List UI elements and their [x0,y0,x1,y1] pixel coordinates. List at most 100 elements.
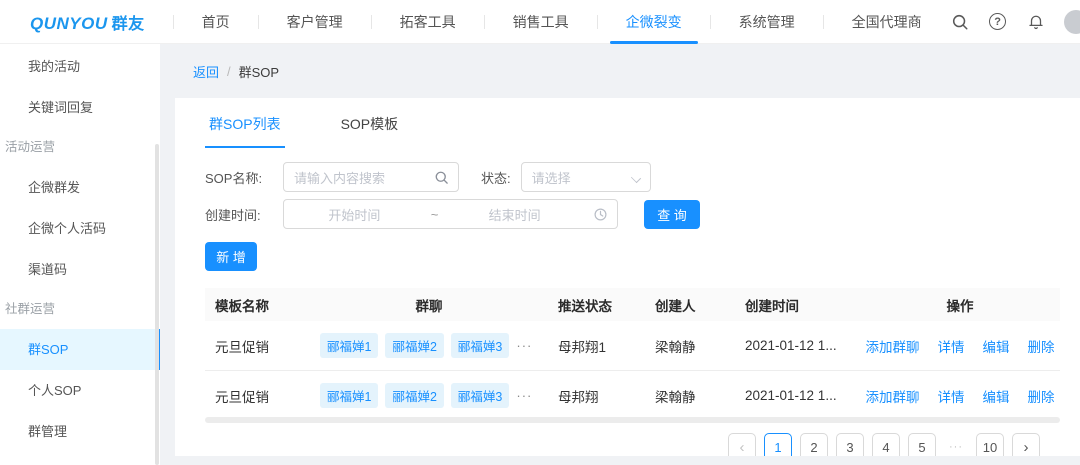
group-chat-tag[interactable]: 郦福婵3 [450,383,510,408]
pagination-page-5[interactable]: 5 [908,433,936,456]
edit-link[interactable]: 编辑 [983,336,1010,356]
start-time-placeholder: 开始时间 [328,207,381,223]
nav-item-customer-mgmt[interactable]: 客户管理 [259,0,371,43]
breadcrumb-current: 群SOP [238,64,280,80]
sop-name-placeholder: 请输入内容搜索 [294,170,386,186]
pagination: ‹ 1 2 3 4 5 ··· 10 › [175,423,1080,456]
pagination-page-3[interactable]: 3 [836,433,864,456]
pagination-prev-button[interactable]: ‹ [728,433,756,456]
nav-item-home[interactable]: 首页 [174,0,258,43]
nav-item-wecom-fission[interactable]: 企微裂变 [598,0,710,44]
filter-form: SOP名称: 请输入内容搜索 状态: 请选择 创建时间: 开始时间 ~ 结束时间… [175,148,1080,229]
header-push-status: 推送状态 [558,298,612,314]
group-chat-tag[interactable]: 郦福婵2 [385,333,444,358]
header-template-name: 模板名称 [215,298,269,314]
sidebar-item-group-sop[interactable]: 群SOP [0,329,160,370]
header-actions: 操作 [946,298,974,314]
breadcrumb-separator: / [227,63,231,79]
pagination-ellipsis[interactable]: ··· [944,441,968,453]
group-chat-more-ellipsis[interactable]: ··· [516,388,532,403]
clock-icon [593,207,608,222]
sop-name-input[interactable]: 请输入内容搜索 [283,162,459,192]
cell-group-chats: 郦福婵1 郦福婵2 郦福婵3 ··· [310,383,548,408]
header-group-chat: 群聊 [415,298,443,314]
group-chat-tag[interactable]: 郦福婵2 [385,383,444,408]
nav-item-national-agents[interactable]: 全国代理商 [824,0,950,43]
status-label: 状态: [481,170,511,186]
pagination-next-button[interactable]: › [1012,433,1040,456]
cell-creator: 梁翰静 [655,389,696,405]
sidebar-item-channel-code[interactable]: 渠道码 [0,249,160,290]
search-icon[interactable] [950,12,970,32]
cell-created-time: 2021-01-12 1... [745,338,837,353]
sidebar-item-group-calendar[interactable]: 群日历 [0,452,160,465]
add-group-chat-link[interactable]: 添加群聊 [866,386,920,406]
content-card: 群SOP列表 SOP模板 SOP名称: 请输入内容搜索 状态: 请选择 创建时间… [175,98,1080,456]
end-time-placeholder: 结束时间 [488,207,541,223]
created-time-range-input[interactable]: 开始时间 ~ 结束时间 [283,199,618,229]
sidebar-scrollbar[interactable] [155,144,159,465]
range-separator: ~ [430,206,439,222]
brand-logo-latin: QUNYOU [30,13,108,33]
user-avatar[interactable] [1063,9,1080,34]
tab-sop-template[interactable]: SOP模板 [337,98,403,148]
table-row: 元旦促销 郦福婵1 郦福婵2 郦福婵3 ··· 母邦翔 梁翰静 2021-01-… [205,371,1060,415]
help-icon[interactable]: ? [988,12,1008,32]
breadcrumb: 返回 / 群SOP [175,44,1080,98]
cell-group-chats: 郦福婵1 郦福婵2 郦福婵3 ··· [310,333,548,358]
chevron-down-icon [630,172,641,184]
notification-bell-icon[interactable] [1026,12,1046,32]
detail-link[interactable]: 详情 [938,386,965,406]
cell-actions: 添加群聊 详情 编辑 删除 [860,336,1060,356]
filter-row-2: 创建时间: 开始时间 ~ 结束时间 查 询 [205,199,1050,229]
pagination-page-4[interactable]: 4 [872,433,900,456]
status-placeholder: 请选择 [531,170,571,186]
help-glyph: ? [994,15,1001,28]
add-group-chat-link[interactable]: 添加群聊 [866,336,920,356]
group-chat-more-ellipsis[interactable]: ··· [516,338,532,353]
cell-actions: 添加群聊 详情 编辑 删除 [860,386,1060,406]
pagination-page-1[interactable]: 1 [764,433,792,456]
brand-logo-cn: 群友 [111,15,145,33]
status-select[interactable]: 请选择 [520,162,651,192]
brand-logo[interactable]: QUNYOU 群友 [30,10,145,34]
cell-template-name: 元旦促销 [215,339,269,355]
topbar-right-tools: ? 超级管理员 [950,9,1080,34]
sidebar-item-wecom-mass-send[interactable]: 企微群发 [0,167,160,208]
sidebar-item-personal-sop[interactable]: 个人SOP [0,370,160,411]
sidebar-section-activity-ops: 活动运营 [5,140,56,154]
cell-creator: 梁翰静 [655,339,696,355]
table-header-row: 模板名称 群聊 推送状态 创建人 创建时间 操作 [205,288,1060,321]
tab-group-sop-list[interactable]: 群SOP列表 [205,98,285,148]
sop-name-label: SOP名称: [205,170,263,186]
nav-item-system-mgmt[interactable]: 系统管理 [711,0,823,43]
nav-item-acquisition-tools[interactable]: 拓客工具 [372,0,484,43]
nav-item-sales-tools[interactable]: 销售工具 [485,0,597,43]
query-button[interactable]: 查 询 [644,199,700,229]
main-content: 返回 / 群SOP 群SOP列表 SOP模板 SOP名称: 请输入内容搜索 状态… [160,44,1080,465]
breadcrumb-back-link[interactable]: 返回 [193,62,219,81]
filter-row-1: SOP名称: 请输入内容搜索 状态: 请选择 [205,162,1050,192]
sidebar-item-group-mgmt[interactable]: 群管理 [0,411,160,452]
group-chat-tag[interactable]: 郦福婵1 [320,383,379,408]
delete-link[interactable]: 删除 [1028,336,1055,356]
input-search-icon[interactable] [434,170,449,185]
group-chat-tag[interactable]: 郦福婵3 [450,333,510,358]
delete-link[interactable]: 删除 [1028,386,1055,406]
sidebar-item-keyword-reply[interactable]: 关键词回复 [0,87,160,128]
sidebar-item-wecom-personal-qr[interactable]: 企微个人活码 [0,208,160,249]
pagination-page-2[interactable]: 2 [800,433,828,456]
pagination-page-10[interactable]: 10 [976,433,1004,456]
detail-link[interactable]: 详情 [938,336,965,356]
edit-link[interactable]: 编辑 [983,386,1010,406]
sidebar-section-community-ops: 社群运营 [5,302,56,316]
sidebar: 我的活动 关键词回复 活动运营 企微群发 企微个人活码 渠道码 社群运营 群SO… [0,44,160,465]
group-chat-tag[interactable]: 郦福婵1 [320,333,379,358]
header-creator: 创建人 [655,298,696,314]
add-button[interactable]: 新 增 [205,242,257,271]
cell-push-status: 母邦翔 [558,389,599,405]
cell-template-name: 元旦促销 [215,389,269,405]
table-body: 元旦促销 郦福婵1 郦福婵2 郦福婵3 ··· 母邦翔1 梁翰静 2021-01… [205,321,1060,415]
table-row: 元旦促销 郦福婵1 郦福婵2 郦福婵3 ··· 母邦翔1 梁翰静 2021-01… [205,321,1060,371]
sidebar-item-my-activities[interactable]: 我的活动 [0,46,160,87]
